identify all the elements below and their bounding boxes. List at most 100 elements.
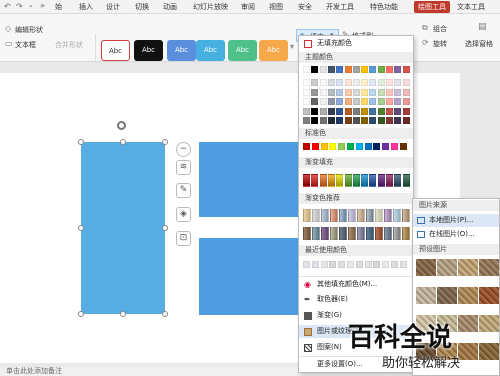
color-swatch[interactable]: [336, 117, 344, 124]
color-swatch[interactable]: [377, 117, 385, 124]
color-swatch[interactable]: [327, 88, 335, 96]
color-swatch[interactable]: [347, 261, 354, 268]
color-swatch[interactable]: [338, 143, 346, 150]
shape-style-lightblue[interactable]: Abc: [196, 40, 225, 61]
gradient-swatch[interactable]: [375, 209, 383, 222]
shape-style-white[interactable]: Abc: [101, 40, 130, 61]
color-swatch[interactable]: [319, 88, 327, 96]
online-picture-item[interactable]: 在线图片(O)...: [413, 228, 499, 241]
redo-icon[interactable]: ↷: [16, 2, 23, 11]
texture-swatch[interactable]: [437, 287, 457, 304]
fill-bucket-icon[interactable]: ◈: [176, 207, 191, 222]
color-swatch[interactable]: [369, 66, 377, 73]
color-swatch[interactable]: [344, 98, 352, 105]
gradient-swatch[interactable]: [384, 227, 392, 240]
color-swatch[interactable]: [311, 143, 319, 150]
color-swatch[interactable]: [327, 66, 335, 73]
gradient-swatch[interactable]: [303, 174, 310, 187]
shape-style-black[interactable]: Abc: [134, 40, 163, 61]
color-swatch[interactable]: [327, 107, 335, 115]
gradient-swatch[interactable]: [321, 227, 329, 240]
gradient-swatch[interactable]: [375, 227, 383, 240]
color-swatch[interactable]: [347, 143, 354, 150]
more-fill-colors-item[interactable]: ◉ 其他填充颜色(M)...: [299, 278, 413, 291]
texture-swatch[interactable]: [437, 259, 457, 276]
color-swatch[interactable]: [344, 107, 352, 115]
color-swatch[interactable]: [344, 117, 352, 124]
color-swatch[interactable]: [382, 143, 390, 150]
gradient-swatch[interactable]: [348, 209, 356, 222]
color-swatch[interactable]: [352, 107, 360, 115]
rectangle-shape[interactable]: [199, 142, 299, 217]
color-swatch[interactable]: [303, 143, 310, 150]
color-swatch[interactable]: [352, 117, 360, 124]
group-button[interactable]: 组合: [433, 24, 447, 34]
shape-style-green[interactable]: Abc: [228, 40, 257, 61]
edit-shape-button[interactable]: 编辑形状: [15, 25, 43, 35]
undo-icon[interactable]: ↶: [4, 2, 11, 11]
color-swatch[interactable]: [311, 66, 319, 73]
color-swatch[interactable]: [344, 79, 352, 86]
gradient-swatch[interactable]: [336, 174, 344, 187]
merge-shape-button[interactable]: 合并形状: [55, 40, 83, 50]
color-swatch[interactable]: [394, 117, 402, 124]
resize-handle[interactable]: [162, 139, 168, 145]
color-swatch[interactable]: [311, 107, 319, 115]
layers-icon[interactable]: ≋: [176, 160, 191, 175]
color-swatch[interactable]: [327, 98, 335, 105]
color-swatch[interactable]: [373, 261, 381, 268]
gradient-swatch[interactable]: [369, 174, 377, 187]
color-swatch[interactable]: [303, 98, 310, 105]
shape-style-blue[interactable]: Abc: [167, 40, 196, 61]
color-swatch[interactable]: [361, 117, 369, 124]
color-swatch[interactable]: [355, 143, 363, 150]
color-swatch[interactable]: [364, 261, 372, 268]
color-swatch[interactable]: [386, 98, 393, 105]
color-swatch[interactable]: [303, 107, 310, 115]
gradient-swatch[interactable]: [348, 227, 356, 240]
resize-handle[interactable]: [162, 311, 168, 317]
gradient-swatch[interactable]: [393, 209, 401, 222]
gradient-swatch[interactable]: [330, 209, 338, 222]
gradient-swatch[interactable]: [339, 227, 347, 240]
color-swatch[interactable]: [319, 66, 327, 73]
gradient-swatch[interactable]: [330, 227, 338, 240]
color-swatch[interactable]: [303, 79, 310, 86]
color-swatch[interactable]: [394, 88, 402, 96]
color-swatch[interactable]: [355, 261, 363, 268]
color-swatch[interactable]: [311, 117, 319, 124]
color-swatch[interactable]: [373, 143, 381, 150]
color-swatch[interactable]: [320, 143, 328, 150]
tab-start[interactable]: 始: [55, 2, 62, 12]
color-swatch[interactable]: [402, 98, 410, 105]
tab-slideshow[interactable]: 幻灯片放映: [193, 2, 228, 12]
no-fill-item[interactable]: 无填充颜色: [299, 37, 413, 50]
color-swatch[interactable]: [361, 66, 369, 73]
tab-drawing-tools[interactable]: 绘图工具: [414, 1, 450, 13]
color-swatch[interactable]: [311, 88, 319, 96]
rectangle-shape[interactable]: [199, 238, 299, 315]
color-swatch[interactable]: [377, 107, 385, 115]
color-swatch[interactable]: [338, 261, 346, 268]
selected-rectangle-shape[interactable]: [81, 142, 165, 314]
tab-developer[interactable]: 开发工具: [326, 2, 354, 12]
shape-style-orange[interactable]: Abc: [259, 40, 288, 61]
color-swatch[interactable]: [399, 143, 407, 150]
color-swatch[interactable]: [364, 143, 372, 150]
color-swatch[interactable]: [391, 143, 398, 150]
gradient-swatch[interactable]: [386, 174, 393, 187]
gradient-swatch[interactable]: [402, 174, 410, 187]
color-swatch[interactable]: [336, 107, 344, 115]
gradient-swatch[interactable]: [384, 209, 392, 222]
color-swatch[interactable]: [377, 88, 385, 96]
gradient-swatch[interactable]: [319, 174, 327, 187]
gradient-swatch[interactable]: [366, 209, 374, 222]
color-swatch[interactable]: [303, 261, 310, 268]
color-swatch[interactable]: [311, 261, 319, 268]
color-swatch[interactable]: [361, 88, 369, 96]
color-swatch[interactable]: [327, 117, 335, 124]
color-swatch[interactable]: [336, 66, 344, 73]
resize-handle[interactable]: [78, 311, 84, 317]
texture-swatch[interactable]: [479, 259, 499, 276]
tab-design[interactable]: 设计: [106, 2, 120, 12]
